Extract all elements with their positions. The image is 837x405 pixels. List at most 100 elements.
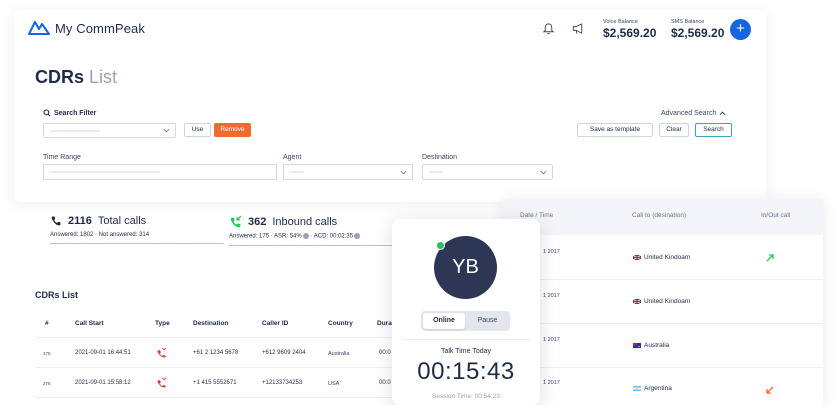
clear-button[interactable]: Clear <box>659 123 689 137</box>
cdrs-list-title: CDRs List <box>35 290 79 300</box>
info-icon[interactable] <box>354 233 361 239</box>
table-divider <box>35 337 395 338</box>
agent-placeholder <box>290 171 304 173</box>
history-divider <box>503 323 823 324</box>
page-title: CDRs List <box>35 67 117 88</box>
search-button[interactable]: Search <box>695 123 732 137</box>
sms-balance-label: SMS Balance <box>671 19 705 25</box>
search-filter-text: Search Filter <box>54 109 97 117</box>
select-placeholder <box>50 130 100 132</box>
table-divider <box>35 367 395 368</box>
history-date: 1 2017 <box>543 337 560 343</box>
inbound-calls-value: 362 <box>248 215 267 228</box>
chevron-down-icon <box>400 170 407 175</box>
missed-call-icon <box>157 347 167 358</box>
agent-status-card: YB Online Pause Talk Time Today 00:15:43… <box>392 219 540 405</box>
destination-select[interactable] <box>422 164 553 180</box>
agent-select[interactable] <box>283 164 413 180</box>
talk-time-value: 00:15:43 <box>417 358 515 385</box>
use-button[interactable]: Use <box>184 123 211 137</box>
history-destination-text: United Kindoam <box>644 254 691 261</box>
inbound-acd: ACD: 00:02:35 <box>313 233 354 240</box>
destination-label: Destination <box>422 154 458 161</box>
logo[interactable]: My CommPeak <box>28 20 145 36</box>
row-number: 276 <box>43 381 51 386</box>
save-as-template-button[interactable]: Save as template <box>577 123 653 137</box>
argentina-flag-icon <box>633 386 641 391</box>
add-button[interactable]: + <box>730 19 751 40</box>
sms-balance-amount: $2,569.20 <box>671 26 725 40</box>
total-calls-stat: 2116 Total calls Answered: 1802 · Not an… <box>50 215 224 246</box>
inbound-calls-stat: 362 Inbound calls Answered: 175 · ASR: 5… <box>229 215 403 248</box>
remove-button[interactable]: Remove <box>214 123 251 137</box>
pause-button[interactable]: Pause <box>467 313 508 329</box>
column-header-destination[interactable]: Destination <box>193 320 228 327</box>
history-destination: Argentina <box>633 385 672 392</box>
bell-icon[interactable] <box>542 22 555 35</box>
history-date: 1 2017 <box>543 249 560 255</box>
chevron-up-icon <box>719 111 726 116</box>
page-title-sub: List <box>84 67 118 87</box>
row-duration: 00:0 <box>379 350 391 356</box>
total-not-answered: Not answered: 314 <box>98 232 150 238</box>
total-calls-details: ━━━━━━━━━━━━━━━━━━━━━━━━━━━━━━━━━━━━━━━━… <box>50 241 224 246</box>
row-call-start: 2021-09-01 16:44:51 <box>75 350 131 356</box>
talk-time-label: Talk Time Today <box>440 348 492 355</box>
search-filter-select[interactable] <box>43 123 176 138</box>
column-header-country[interactable]: Country <box>328 320 353 327</box>
row-destination: +1 415 5552671 <box>193 380 237 386</box>
row-call-start: 2021-09-01 15:58:12 <box>75 380 131 386</box>
app-name: My CommPeak <box>55 20 145 36</box>
history-divider <box>503 279 823 280</box>
card-divider <box>402 339 530 340</box>
session-time: Session Time: 00:54:23 <box>432 393 500 400</box>
column-header-duration[interactable]: Dura <box>377 320 392 327</box>
outbound-arrow-icon <box>766 254 774 262</box>
voice-balance-amount: $2,569.20 <box>603 26 657 40</box>
sms-balance: SMS Balance $2,569.20 <box>671 19 724 40</box>
inbound-calls-label: Inbound calls <box>272 215 338 228</box>
info-icon[interactable] <box>302 233 309 239</box>
phone-icon <box>51 216 61 226</box>
history-destination: Australia <box>633 342 669 349</box>
call-history-panel: Date / Time Call to (desination) In/Out … <box>503 199 823 405</box>
column-header-caller-id[interactable]: Caller ID <box>262 320 288 327</box>
advanced-search-toggle[interactable]: Advanced Search <box>661 110 726 117</box>
row-duration: 00:0 <box>379 380 391 386</box>
time-range-label: Time Range <box>43 154 81 161</box>
missed-call-icon <box>157 377 167 388</box>
row-caller-id: +612 9609 2404 <box>262 350 306 356</box>
australia-flag-icon <box>633 343 641 348</box>
history-destination: United Kindoam <box>633 254 690 261</box>
total-calls-value: 2116 <box>68 215 92 227</box>
search-icon <box>43 109 51 117</box>
row-number: 275 <box>43 351 51 356</box>
destination-placeholder <box>429 171 443 173</box>
chevron-down-icon <box>540 170 547 175</box>
time-range-input[interactable] <box>43 164 277 180</box>
megaphone-icon[interactable] <box>571 22 585 35</box>
inbound-arrow-icon <box>766 386 774 394</box>
inbound-call-icon <box>230 215 242 228</box>
column-header-call-start[interactable]: Call Start <box>75 320 104 327</box>
page-title-main: CDRs <box>35 67 85 87</box>
column-header-in-out[interactable]: In/Out call <box>761 212 790 219</box>
column-header-type[interactable]: Type <box>155 320 170 327</box>
voice-balance-label: Voice Balance <box>603 19 638 25</box>
column-header-call-to[interactable]: Call to (desination) <box>632 212 686 219</box>
inbound-calls-details: ━━━━━━━━━━━━━━━━━━━━━━━━━━━━━━━━━━━━━━━━… <box>229 242 403 248</box>
row-country: USA <box>328 381 340 387</box>
row-destination: +61 2 1234 5678 <box>193 350 239 356</box>
column-header-number[interactable]: # <box>45 320 49 327</box>
online-button[interactable]: Online <box>423 313 465 329</box>
agent-label: Agent <box>283 154 302 161</box>
column-header-date-time[interactable]: Date / Time <box>520 212 553 219</box>
history-divider <box>503 367 823 368</box>
table-divider <box>35 397 395 398</box>
call-history-header: Date / Time Call to (desination) In/Out … <box>503 199 823 235</box>
history-destination-text: United Kindoam <box>644 298 691 305</box>
history-destination-text: Argentina <box>644 385 672 392</box>
advanced-search-label: Advanced Search <box>661 110 717 117</box>
online-status-indicator <box>436 241 445 250</box>
status-toggle: Online Pause <box>421 311 510 331</box>
